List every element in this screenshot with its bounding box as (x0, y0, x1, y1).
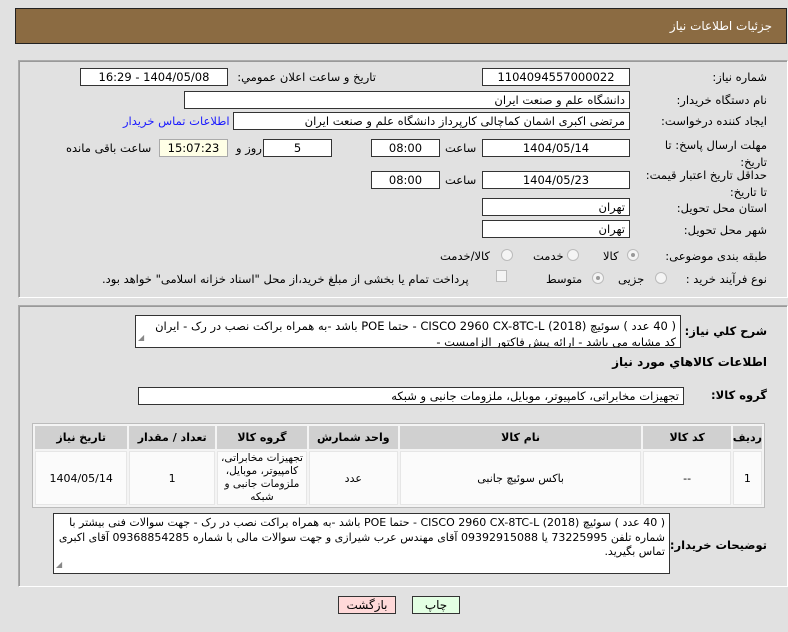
goods-section-title: اطلاعات کالاهاي مورد نياز (612, 355, 767, 369)
deadline-time-field: 08:00 (371, 139, 440, 157)
province-field: تهران (482, 198, 630, 216)
col-unit: واحد شمارش (308, 426, 398, 449)
back-button[interactable]: بازگشت (338, 596, 396, 614)
cell-date: 1404/05/14 (35, 451, 128, 505)
cell-code: -- (643, 451, 731, 505)
col-row: رديف (732, 426, 762, 449)
process-medium-label: متوسط (546, 272, 583, 286)
buyer-notes-textarea[interactable]: ( 40 عدد ) سوئیچ (2018) CISCO 2960 CX-8T… (53, 513, 670, 574)
description-textarea[interactable]: ( 40 عدد ) سوئیچ (2018) CISCO 2960 CX-8T… (135, 315, 681, 348)
description-text: ( 40 عدد ) سوئیچ (2018) CISCO 2960 CX-8T… (155, 319, 676, 348)
creator-label: ایجاد کننده درخواست: (661, 114, 767, 128)
time-remaining-label: ساعت باقی مانده (66, 141, 152, 155)
cell-row: 1 (732, 451, 762, 505)
goods-group-label: گروه کالا: (711, 388, 767, 402)
resize-grip-icon[interactable]: ◢ (56, 558, 62, 573)
validity-time-label: ساعت (445, 173, 477, 187)
buyer-org-label: نام دستگاه خريدار: (676, 93, 767, 107)
days-label: روز و (236, 141, 262, 155)
category-label: طبقه بندی موضوعی: (665, 249, 767, 263)
process-label: نوع فرآیند خرید : (685, 272, 767, 286)
cell-unit: عدد (308, 451, 398, 505)
deadline-time-label: ساعت (445, 141, 477, 155)
validity-label: حداقل تاریخ اعتبار قیمت: تا تاریخ: (645, 168, 767, 199)
city-field: تهران (482, 220, 630, 238)
buyer-notes-label: توضیحات خریدار: (669, 538, 767, 552)
page-title: جزئیات اطلاعات نیاز (669, 19, 772, 33)
resize-grip-icon[interactable]: ◢ (138, 330, 144, 346)
treasury-checkbox[interactable] (496, 270, 507, 282)
cell-group: تجهیزات مخابراتی، کامپیوتر، موبایل، ملزو… (217, 451, 307, 505)
goods-table: رديف کد کالا نام کالا واحد شمارش گروه کا… (32, 423, 765, 508)
announce-label: تاریخ و ساعت اعلان عمومي: (237, 70, 376, 84)
announce-field: 1404/05/08 - 16:29 (80, 68, 228, 86)
process-radio-medium[interactable] (592, 272, 604, 284)
deadline-date-field: 1404/05/14 (482, 139, 630, 157)
category-goods-label: کالا (603, 249, 619, 263)
deadline-label: مهلت ارسال پاسخ: تا تاریخ: (664, 138, 767, 169)
city-label: شهر محل تحویل: (683, 223, 767, 237)
table-header-row: رديف کد کالا نام کالا واحد شمارش گروه کا… (35, 426, 762, 449)
treasury-note: پرداخت تمام یا بخشی از مبلغ خرید،از محل … (102, 272, 469, 286)
table-row: 1 -- باکس سوئیچ جانبی عدد تجهیزات مخابرا… (35, 451, 762, 505)
col-date: تاریخ نیاز (35, 426, 128, 449)
col-name: نام کالا (399, 426, 642, 449)
category-radio-both[interactable] (501, 249, 513, 261)
buyer-notes-text: ( 40 عدد ) سوئیچ (2018) CISCO 2960 CX-8T… (58, 516, 665, 558)
days-remaining-field: 5 (263, 139, 332, 157)
print-button[interactable]: چاپ (412, 596, 460, 614)
validity-time-field: 08:00 (371, 171, 440, 189)
need-number-label: شماره نیاز: (712, 70, 767, 84)
goods-group-field: تجهیزات مخابراتی، کامپیوتر، موبایل، ملزو… (138, 387, 684, 405)
process-minor-label: جزیی (618, 272, 645, 286)
category-both-label: کالا/خدمت (440, 249, 491, 263)
time-remaining-field: 15:07:23 (159, 139, 228, 157)
col-code: کد کالا (643, 426, 731, 449)
contact-info-link[interactable]: اطلاعات تماس خریدار (123, 114, 230, 128)
province-label: استان محل تحویل: (676, 201, 767, 215)
need-number-field: 1104094557000022 (482, 68, 630, 86)
category-service-label: خدمت (533, 249, 564, 263)
creator-field: مرتضی اکبری اشمان کماچالی کارپرداز دانشگ… (233, 112, 630, 130)
page-header: جزئیات اطلاعات نیاز (15, 8, 787, 44)
cell-name: باکس سوئیچ جانبی (399, 451, 642, 505)
category-radio-goods[interactable] (627, 249, 639, 261)
validity-date-field: 1404/05/23 (482, 171, 630, 189)
process-radio-minor[interactable] (655, 272, 667, 284)
col-qty: تعداد / مقدار (129, 426, 215, 449)
col-group: گروه کالا (217, 426, 307, 449)
description-label: شرح کلي نياز: (684, 324, 767, 338)
cell-qty: 1 (129, 451, 215, 505)
category-radio-service[interactable] (567, 249, 579, 261)
buyer-org-field: دانشگاه علم و صنعت ایران (184, 91, 630, 109)
